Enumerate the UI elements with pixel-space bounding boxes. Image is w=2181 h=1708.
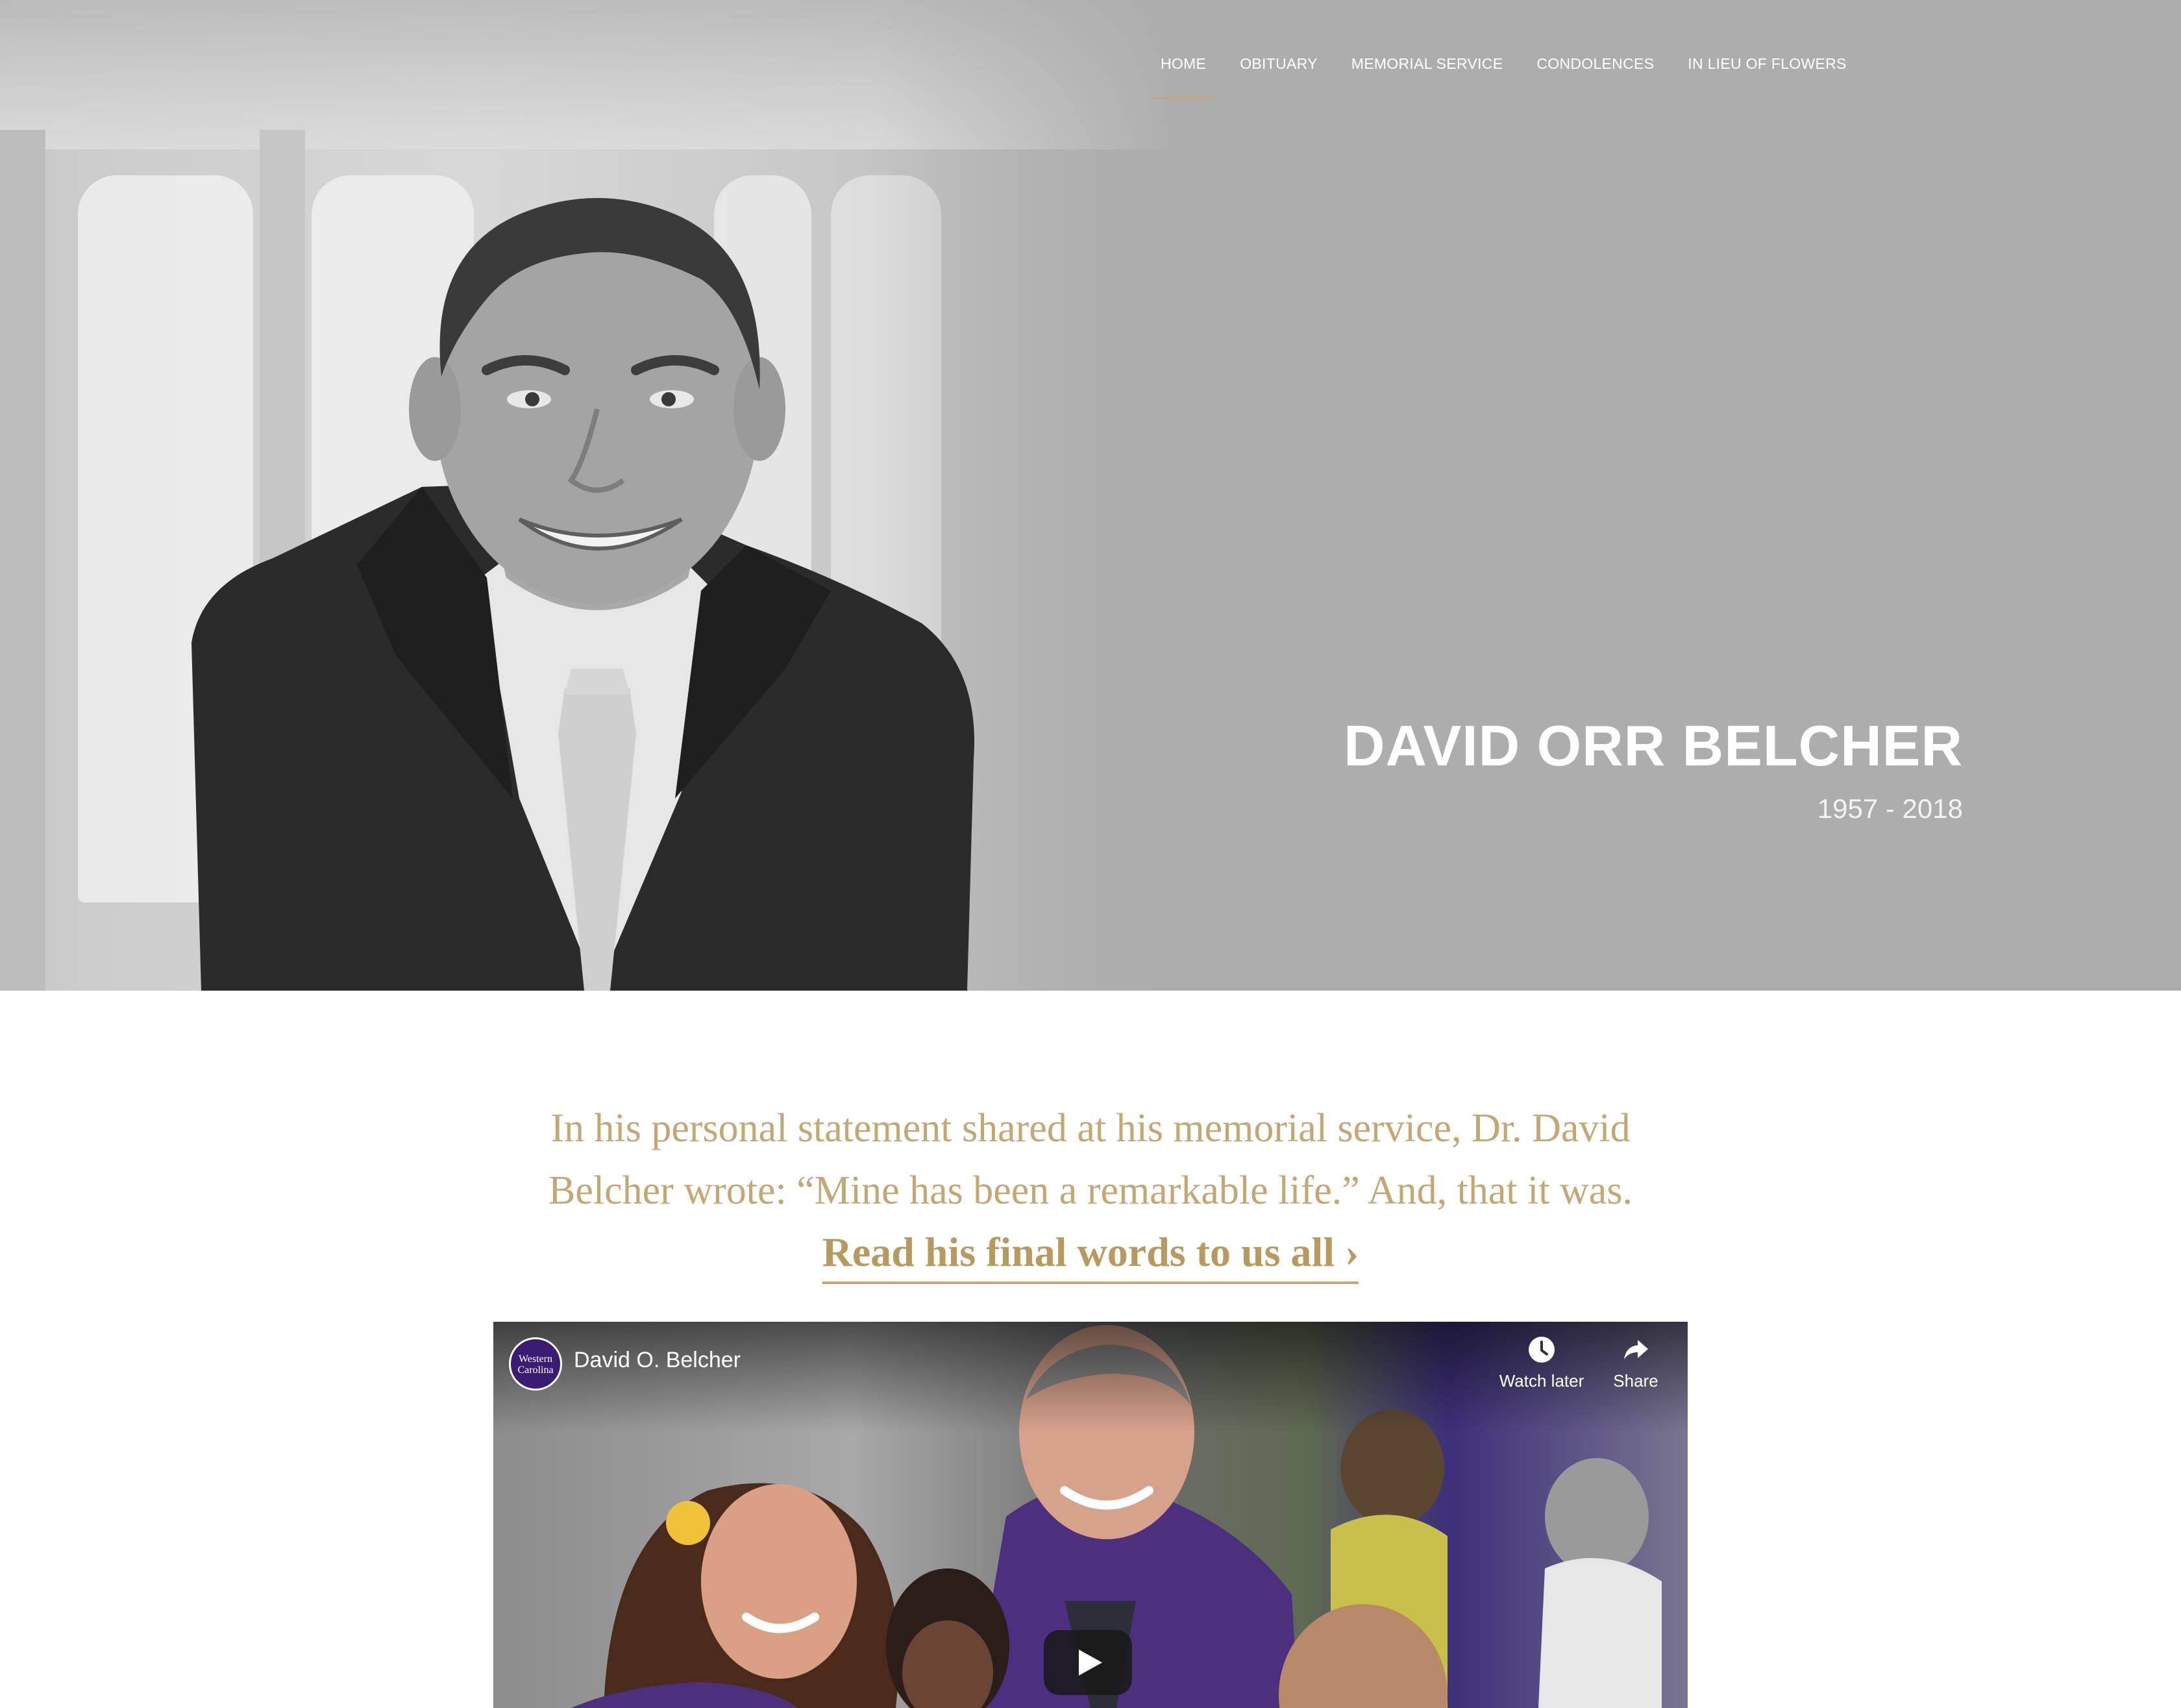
memorial-quote: In his personal statement shared at his …	[0, 1097, 2181, 1284]
nav-home[interactable]: HOME	[1144, 51, 1223, 99]
read-final-words-link[interactable]: Read his final words to us all ›	[822, 1226, 1359, 1284]
video-player[interactable]: Western Carolina David O. Belcher Watch …	[493, 1322, 1688, 1708]
share-arrow-icon	[1624, 1340, 1648, 1359]
share-label: Share	[1613, 1371, 1658, 1391]
quote-link-wrap: Read his final words to us all ›	[0, 1222, 2181, 1284]
share-button[interactable]: Share	[1587, 1335, 1684, 1391]
memorial-dates: 1957 - 2018	[1817, 793, 1963, 824]
watch-later-button[interactable]: Watch later	[1493, 1335, 1590, 1391]
nav-condolences[interactable]: CONDOLENCES	[1520, 51, 1671, 97]
nav-in-lieu-of-flowers[interactable]: IN LIEU OF FLOWERS	[1671, 51, 1863, 97]
main-nav: HOME OBITUARY MEMORIAL SERVICE CONDOLENC…	[1144, 51, 1864, 99]
nav-memorial-service[interactable]: MEMORIAL SERVICE	[1335, 51, 1520, 97]
play-button[interactable]	[1044, 1630, 1132, 1695]
portrait-photo	[191, 198, 974, 991]
hero-banner: HOME OBITUARY MEMORIAL SERVICE CONDOLENC…	[0, 0, 2181, 991]
channel-logo[interactable]: Western Carolina	[509, 1337, 562, 1391]
video-title[interactable]: David O. Belcher	[574, 1348, 741, 1373]
play-icon	[1079, 1650, 1102, 1676]
memorial-name: DAVID ORR BELCHER	[1343, 713, 1963, 778]
nav-obituary[interactable]: OBITUARY	[1223, 51, 1335, 97]
quote-line-2: Belcher wrote: “Mine has been a remarkab…	[548, 1169, 1633, 1213]
hero-pillar	[0, 130, 45, 991]
quote-line-1: In his personal statement shared at his …	[550, 1106, 1631, 1150]
clock-icon	[1529, 1337, 1555, 1363]
watch-later-label: Watch later	[1499, 1371, 1584, 1391]
